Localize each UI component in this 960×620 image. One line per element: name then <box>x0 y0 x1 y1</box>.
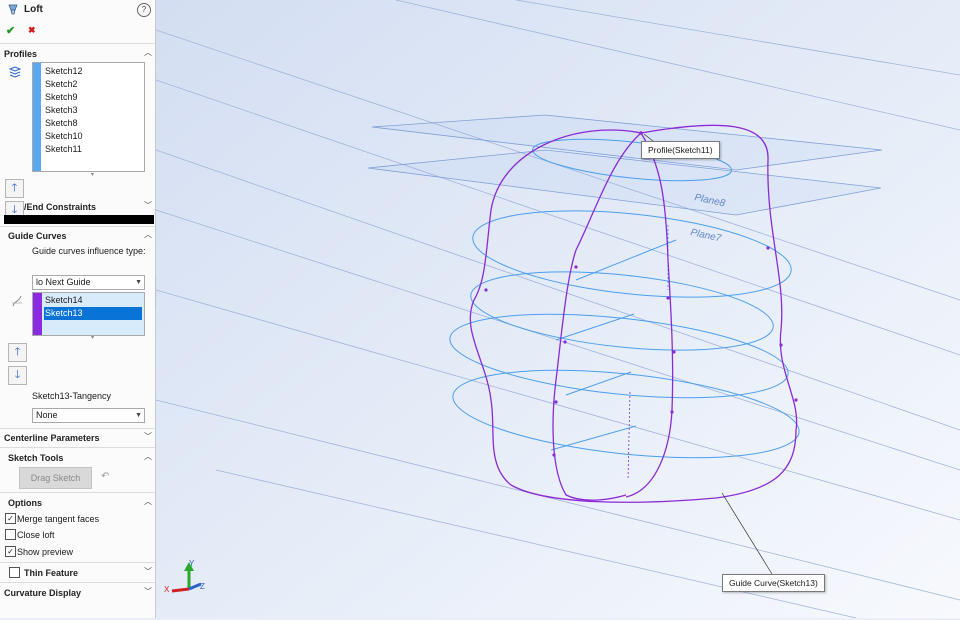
drag-sketch-button[interactable]: Drag Sketch <box>19 467 92 489</box>
show-preview-checkbox[interactable]: ✓ <box>5 546 16 557</box>
feature-title: Loft <box>24 4 43 15</box>
guide-color-bar <box>33 293 42 335</box>
list-item[interactable]: Sketch10 <box>44 130 83 143</box>
divider <box>0 226 155 227</box>
close-loft-label: Close loft <box>17 530 55 540</box>
influence-type-value: lo Next Guide <box>36 277 91 287</box>
centerline-section-title[interactable]: Centerline Parameters <box>4 433 100 443</box>
tangency-value: None <box>36 410 58 420</box>
influence-type-label: Guide curves influence type: <box>32 246 146 256</box>
tangency-select[interactable]: None ▼ <box>32 408 145 423</box>
list-item[interactable]: Sketch9 <box>44 91 78 104</box>
triad-y-label: Y <box>189 559 195 568</box>
tangency-label: Sketch13-Tangency <box>32 391 112 401</box>
thin-feature-checkbox[interactable] <box>9 567 20 578</box>
divider <box>0 447 155 448</box>
chevron-down-icon: ▼ <box>135 412 142 419</box>
chevron-down-icon: ▼ <box>135 279 142 286</box>
close-loft-checkbox[interactable] <box>5 529 16 540</box>
triad-z-label: Z <box>200 582 205 591</box>
divider <box>0 43 155 44</box>
move-up-button[interactable]: 🡑 <box>8 343 27 362</box>
property-manager: Loft ? ✔ ✖ Profiles ︿ Sketch12 Sketch2 S… <box>0 0 156 618</box>
expand-chevron-icon[interactable]: ﹀ <box>143 433 153 441</box>
end-constraints-section-title[interactable]: /End Constraints <box>24 202 96 212</box>
guide-curves-section-title[interactable]: Guide Curves <box>8 231 67 241</box>
list-item[interactable]: Sketch3 <box>44 104 78 117</box>
ok-button[interactable]: ✔ <box>6 24 15 37</box>
list-item[interactable]: Sketch12 <box>44 65 83 78</box>
viewport-canvas: Plane8 Plane7 Y X Z <box>155 0 960 619</box>
merge-tangent-checkbox[interactable]: ✓ <box>5 513 16 524</box>
options-section-title[interactable]: Options <box>8 498 42 508</box>
collapse-chevron-icon[interactable]: ︿ <box>143 498 153 506</box>
list-item-selected[interactable]: Sketch13 <box>44 307 142 320</box>
curvature-section-title[interactable]: Curvature Display <box>4 588 81 598</box>
list-item[interactable]: Sketch8 <box>44 117 78 130</box>
profile-color-bar <box>33 63 41 171</box>
divider <box>0 428 155 429</box>
list-item[interactable]: Sketch11 <box>44 143 82 156</box>
graphics-viewport[interactable]: Plane8 Plane7 Y X Z Profile(Sketch11) Gu… <box>155 0 960 619</box>
merge-tangent-label: Merge tangent faces <box>17 514 100 524</box>
sketch-tools-section-title[interactable]: Sketch Tools <box>8 453 63 463</box>
collapse-chevron-icon[interactable]: ︿ <box>143 453 153 461</box>
help-icon[interactable]: ? <box>137 3 151 17</box>
resize-grip-icon[interactable]: ▾ <box>91 171 97 178</box>
loft-icon <box>7 3 19 15</box>
show-preview-label: Show preview <box>17 547 74 557</box>
collapse-chevron-icon[interactable]: ︿ <box>143 231 153 239</box>
influence-type-select[interactable]: lo Next Guide ▼ <box>32 275 145 290</box>
guide-curve-callout[interactable]: Guide Curve(Sketch13) <box>722 574 825 592</box>
guide-curves-list[interactable]: Sketch14 Sketch13 <box>32 292 145 336</box>
profile-stack-icon <box>8 66 22 78</box>
collapse-chevron-icon[interactable]: ︿ <box>143 49 153 57</box>
expand-chevron-icon[interactable]: ﹀ <box>143 568 153 576</box>
viewport-background <box>156 0 960 618</box>
profiles-list[interactable]: Sketch12 Sketch2 Sketch9 Sketch3 Sketch8… <box>32 62 145 172</box>
resize-grip-icon[interactable]: ▾ <box>91 334 94 341</box>
list-item[interactable]: Sketch2 <box>44 78 78 91</box>
cancel-button[interactable]: ✖ <box>28 25 36 36</box>
thin-feature-section-title[interactable]: Thin Feature <box>24 568 78 578</box>
black-strip <box>4 215 154 224</box>
list-item[interactable]: Sketch14 <box>44 294 142 307</box>
move-up-button[interactable]: 🡑 <box>5 179 24 198</box>
guide-curve-icon <box>11 295 23 307</box>
profiles-section-title[interactable]: Profiles <box>4 49 37 59</box>
divider <box>0 562 155 563</box>
undo-icon[interactable]: ↶ <box>101 471 109 482</box>
expand-chevron-icon[interactable]: ﹀ <box>143 202 153 210</box>
divider <box>0 492 155 493</box>
move-down-button[interactable]: 🡓 <box>8 366 27 385</box>
triad-x-label: X <box>164 585 170 594</box>
expand-chevron-icon[interactable]: ﹀ <box>143 588 153 596</box>
profile-callout[interactable]: Profile(Sketch11) <box>641 141 720 159</box>
divider <box>0 582 155 583</box>
